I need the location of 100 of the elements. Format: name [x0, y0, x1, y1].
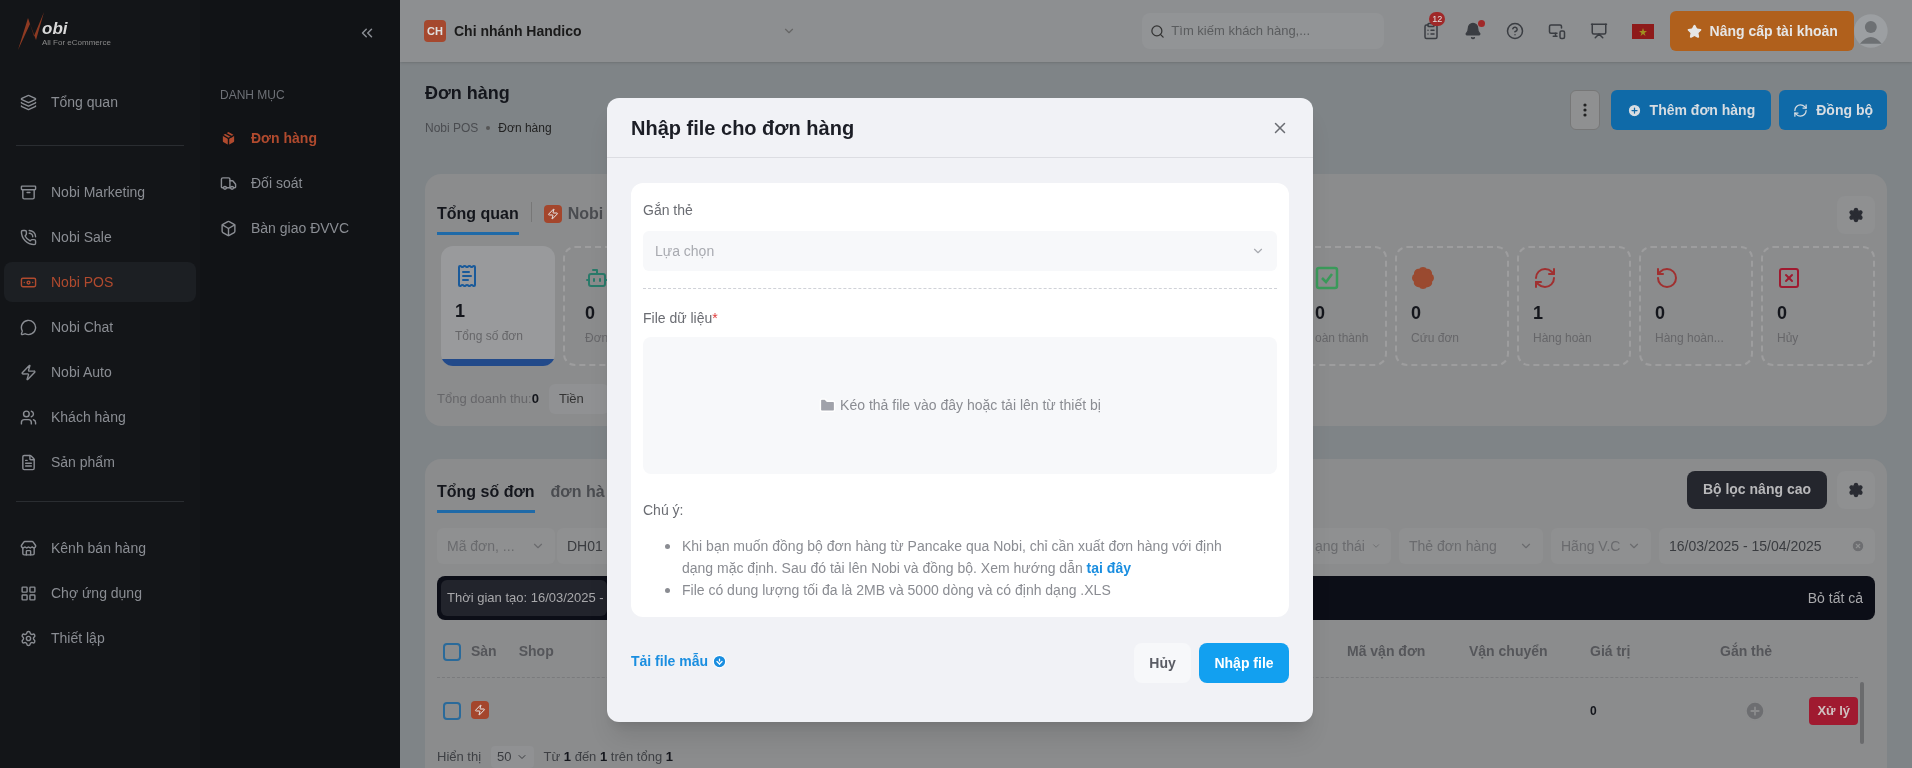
- sync-button[interactable]: Đồng bộ: [1779, 90, 1887, 130]
- sidebar-item[interactable]: Kênh bán hàng: [4, 528, 196, 568]
- branch-badge: CH: [424, 20, 446, 42]
- bolt-badge-icon: [543, 204, 562, 223]
- amount-chip: Tiền: [548, 383, 609, 414]
- import-button[interactable]: Nhập file: [1199, 643, 1289, 683]
- store-icon: [20, 539, 37, 557]
- flag-icon[interactable]: [1632, 23, 1655, 39]
- tab[interactable]: Tổng quan: [437, 201, 519, 235]
- settings-icon: [1848, 206, 1864, 223]
- submenu-item[interactable]: Bàn giao ĐVVC: [220, 206, 400, 251]
- sidebar-item[interactable]: Khách hàng: [4, 397, 196, 437]
- scrollbar[interactable]: [1860, 682, 1864, 744]
- grid-icon: [20, 584, 37, 602]
- bullet-icon: [665, 588, 670, 593]
- help-icon[interactable]: [1506, 22, 1525, 40]
- submenu-item[interactable]: Đơn hàng: [220, 116, 400, 161]
- settings-button[interactable]: [1837, 195, 1875, 234]
- range-text: Từ 1 đến 1 trên tổng 1: [543, 748, 673, 767]
- archive-icon: [20, 183, 37, 201]
- more-icon: [1582, 103, 1587, 117]
- receipt-icon: [455, 263, 479, 288]
- search-icon: [1150, 23, 1166, 39]
- box-icon: [220, 220, 237, 237]
- process-button[interactable]: Xử lý: [1809, 697, 1858, 725]
- breadcrumb-item: Đơn hàng: [498, 120, 552, 137]
- phone-icon: [20, 228, 37, 246]
- count-badge: 12: [1429, 12, 1446, 26]
- note-text: File có dung lượng tối đa là 2MB và 5000 dòng và có định dạng .XLS: [682, 581, 1111, 600]
- refresh-icon: [1793, 102, 1809, 118]
- cancel-button[interactable]: Hủy: [1134, 643, 1191, 683]
- layers-icon: [20, 93, 37, 111]
- lightning-icon: [20, 363, 37, 381]
- star-icon: [1686, 23, 1702, 39]
- stat-value: 0: [1777, 301, 1787, 325]
- x-square-icon: [1777, 265, 1801, 290]
- stat-value: 1: [1533, 301, 1543, 325]
- sidebar-item[interactable]: Tổng quan: [4, 82, 196, 122]
- template-link[interactable]: Tải file mẫu: [631, 651, 728, 672]
- package-icon: [220, 130, 237, 147]
- clipboard-icon[interactable]: [1422, 22, 1441, 40]
- sidebar-item[interactable]: Thiết lập: [4, 618, 196, 658]
- bell-icon[interactable]: [1464, 22, 1483, 40]
- sidebar-item[interactable]: Nobi Marketing: [4, 172, 196, 212]
- avatar[interactable]: [1854, 14, 1888, 48]
- check-square-icon: [1315, 265, 1339, 290]
- sidebar-item[interactable]: Chợ ứng dụng: [4, 573, 196, 613]
- stat-value: 0: [1655, 301, 1665, 325]
- submenu-item[interactable]: Đối soát: [220, 161, 400, 206]
- logo-wordmark: obi: [42, 20, 69, 37]
- page-size-select[interactable]: 50: [491, 746, 534, 768]
- table-cell-text: 0: [1590, 703, 1598, 720]
- sidebar-item[interactable]: Nobi POS: [4, 262, 196, 302]
- undo-icon: [1655, 265, 1679, 290]
- download-icon: [712, 654, 728, 669]
- starburst-icon: [1411, 265, 1435, 290]
- date-range-field[interactable]: 16/03/2025 - 15/04/2025: [1659, 528, 1875, 564]
- page-title: Đơn hàng: [425, 82, 511, 105]
- notes-heading: Chú ý:: [643, 501, 685, 520]
- stat-value: 0: [585, 301, 595, 325]
- breadcrumb-separator: [486, 126, 491, 130]
- section-heading: DANH MỤC: [220, 87, 286, 104]
- chat-icon: [20, 318, 37, 336]
- required-mark: *: [712, 309, 718, 328]
- checkbox[interactable]: [443, 702, 461, 720]
- sidebar-item[interactable]: Sản phẩm: [4, 442, 196, 482]
- settings-icon: [20, 629, 37, 647]
- field-label: File dữ liệu: [643, 309, 713, 328]
- file-dropzone[interactable]: Kéo thả file vào đây hoặc tải lên từ thiết bị: [643, 337, 1277, 474]
- field-label: Gắn thẻ: [643, 201, 694, 220]
- stat-value: 0: [1315, 301, 1325, 325]
- page-size-label: Hiển thị: [437, 748, 482, 767]
- clear-all-link[interactable]: Bỏ tất cả: [1807, 587, 1863, 609]
- refresh-icon: [1533, 265, 1557, 290]
- note-text: Khi bạn muốn đồng bộ đơn hàng từ Pancake qua Nobi, chỉ cần xuất đơn hàng với định dạng mặc định. Sau đó tải lên Nobi và đồng bộ. Xem hướng dẫn tại đây: [682, 537, 1223, 578]
- logo-tagline: All For eCommerce: [42, 39, 111, 47]
- bullet-icon: [665, 544, 670, 549]
- guide-link[interactable]: tại đây: [1086, 560, 1131, 576]
- plus-icon: [1626, 102, 1642, 118]
- sidebar-item[interactable]: Nobi Chat: [4, 307, 196, 347]
- presentation-icon[interactable]: [1590, 22, 1609, 40]
- bolt-badge-icon: [471, 701, 489, 719]
- stat-value: 1: [455, 299, 465, 323]
- more-button[interactable]: [1569, 90, 1600, 130]
- document-icon: [20, 453, 37, 471]
- stat-value: 0: [1411, 301, 1421, 325]
- sidebar-item[interactable]: Nobi Sale: [4, 217, 196, 257]
- tab[interactable]: Tổng số đơn: [437, 480, 535, 513]
- add-order-button[interactable]: Thêm đơn hàng: [1610, 90, 1772, 130]
- advanced-filter-button[interactable]: Bộ lọc nâng cao: [1686, 470, 1827, 509]
- branch-selector[interactable]: CH Chi nhánh Handico: [424, 12, 797, 50]
- settings-button[interactable]: [1837, 470, 1875, 509]
- sidebar-item[interactable]: Nobi Auto: [4, 352, 196, 392]
- devices-icon[interactable]: [1548, 22, 1567, 40]
- dialog-title: Nhập file cho đơn hàng: [631, 115, 855, 141]
- settings-icon: [1848, 481, 1864, 498]
- users-icon: [20, 408, 37, 426]
- upgrade-button[interactable]: Nâng cấp tài khoản: [1670, 11, 1855, 51]
- filter-chip[interactable]: Thời gian tạo: 16/03/2025 -: [441, 580, 607, 616]
- checkbox[interactable]: [443, 642, 461, 661]
